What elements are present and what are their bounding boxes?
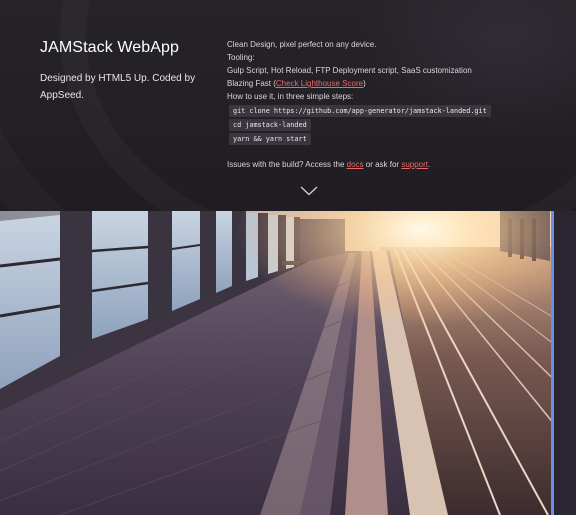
chevron-down-icon[interactable] [300,186,318,196]
brand-block: JAMStack WebApp Designed by HTML5 Up. Co… [40,39,210,104]
issues-suffix: . [428,160,431,169]
info-line-performance: Blazing Fast (Check Lighthouse Score) [227,77,547,90]
platform-illustration [0,211,576,515]
info-block: Clean Design, pixel perfect on any devic… [227,38,547,171]
scrollbar-accent[interactable] [551,211,554,515]
performance-suffix: ) [363,79,366,88]
info-line-design: Clean Design, pixel perfect on any devic… [227,40,377,49]
issues-middle: or ask for [363,160,402,169]
performance-prefix: Blazing Fast ( [227,79,276,88]
page-subtitle: Designed by HTML5 Up. Coded by AppSeed. [40,73,196,101]
info-line-tooling-label: Tooling: [227,53,255,62]
issues-prefix: Issues with the build? Access the [227,160,347,169]
page-title: JAMStack WebApp [40,39,180,56]
hero-banner: JAMStack WebApp Designed by HTML5 Up. Co… [0,0,576,211]
command-yarn-start: yarn && yarn start [229,133,311,145]
command-git-clone: git clone https://github.com/app-generat… [229,105,491,117]
command-cd: cd jamstack-landed [229,119,311,131]
command-list: git clone https://github.com/app-generat… [227,105,547,145]
lighthouse-score-link[interactable]: Check Lighthouse Score [276,79,363,88]
info-line-issues: Issues with the build? Access the docs o… [227,158,547,171]
info-line-tooling: Gulp Script, Hot Reload, FTP Deployment … [227,66,472,75]
info-line-steps: How to use it, in three simple steps: [227,92,354,101]
support-link[interactable]: support [401,160,428,169]
right-edge-panel [554,211,576,515]
docs-link[interactable]: docs [347,160,364,169]
hero-image-train-platform [0,211,576,515]
